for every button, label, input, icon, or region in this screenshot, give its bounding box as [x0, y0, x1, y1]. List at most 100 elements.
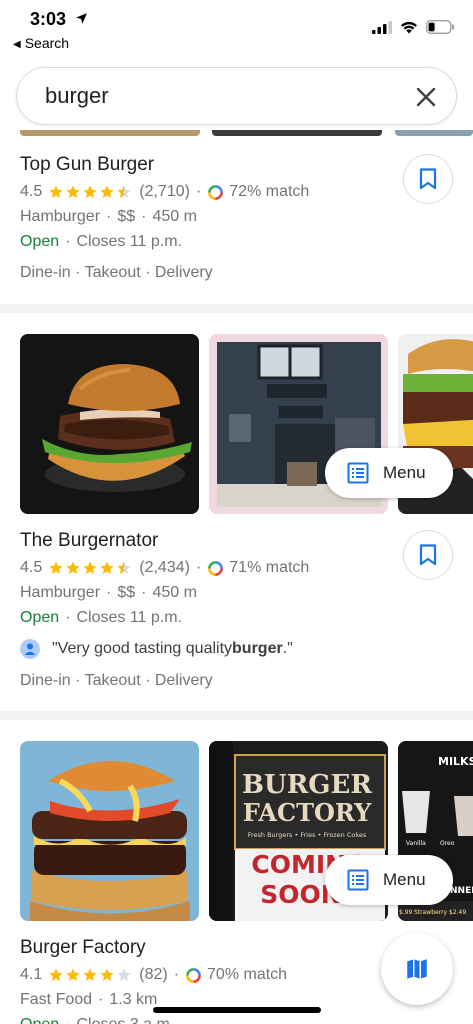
separator: · [106, 584, 112, 601]
review-count[interactable]: (82) [139, 966, 167, 984]
divider [0, 711, 473, 720]
price-1: $.99 [399, 909, 413, 916]
category: Hamburger [20, 208, 101, 225]
burger-photo[interactable] [20, 334, 199, 514]
menu-label: Menu [383, 463, 426, 482]
save-button[interactable] [403, 530, 453, 580]
separator: · [195, 559, 202, 576]
map-view-button[interactable] [381, 933, 453, 1005]
place-name[interactable]: Burger Factory [20, 937, 146, 959]
star-icon [66, 561, 80, 574]
photo-edge [395, 130, 473, 136]
status-bar: 3:03 ◀ Search [0, 0, 473, 58]
menu-list-icon [347, 869, 369, 891]
menu-list-icon [347, 462, 369, 484]
result-card[interactable]: The Burgernator 4.5 (2,434) · 71% match … [0, 526, 473, 706]
home-indicator [153, 1007, 321, 1013]
cellular-signal-icon [372, 20, 392, 34]
photo-edge [20, 130, 200, 136]
menu-button[interactable]: Menu [325, 448, 453, 498]
star-rating [48, 184, 133, 200]
rating-row: 4.5 (2,434) · 71% match [20, 559, 309, 577]
match-percentage: 70% match [207, 966, 288, 983]
separator: · [141, 584, 147, 601]
star-icon [100, 561, 114, 574]
google-match-icon [186, 967, 201, 983]
service-options: Dine-in · Takeout · Delivery [20, 264, 213, 281]
sign-tagline: Fresh Burgers • Fries • Frozen Cokes [248, 831, 367, 839]
open-status: Open [20, 233, 60, 250]
menu-button[interactable]: Menu [325, 855, 453, 905]
result-card[interactable]: Top Gun Burger 4.5 (2,710) · 72% match H… [0, 150, 473, 305]
separator: · [65, 609, 71, 626]
sign-factory: FACTORY [243, 798, 372, 827]
separator: · [141, 208, 147, 225]
price-level: $$ [117, 208, 136, 225]
service-options: Dine-in · Takeout · Delivery [20, 672, 213, 689]
star-icon [117, 968, 131, 981]
menu-label: Menu [383, 870, 426, 889]
place-name[interactable]: The Burgernator [20, 530, 158, 552]
price-level: $$ [117, 584, 136, 601]
person-icon [24, 643, 36, 655]
close-icon[interactable] [414, 85, 438, 109]
star-icon [117, 185, 131, 198]
star-rating [48, 560, 133, 576]
battery-icon [426, 20, 454, 34]
rating-row: 4.5 (2,710) · 72% match [20, 183, 309, 201]
star-rating [48, 967, 133, 983]
review-text-start: "Very good tasting quality [52, 640, 233, 657]
match-percentage: 71% match [229, 559, 310, 576]
star-icon [117, 561, 131, 574]
wifi-icon [401, 21, 417, 34]
review-count[interactable]: (2,710) [139, 183, 190, 201]
star-icon [100, 185, 114, 198]
previous-photo-strip [0, 130, 473, 138]
back-to-search-link[interactable]: ◀ Search [13, 35, 69, 51]
category: Hamburger [20, 584, 101, 601]
shop-sign: MILKSH [438, 755, 473, 768]
distance: 450 m [152, 208, 197, 225]
closing-time: Closes 3 a.m. [76, 1016, 174, 1024]
rating-value: 4.5 [20, 559, 43, 576]
burger-image [20, 741, 199, 921]
separator: · [65, 233, 71, 250]
category: Fast Food [20, 991, 93, 1008]
distance: 1.3 km [109, 991, 158, 1008]
rating-row: 4.1 (82) · 70% match [20, 966, 287, 984]
sign-burger: BURGER [242, 770, 372, 800]
burger-image [20, 334, 199, 514]
side-text: NNER [450, 886, 473, 896]
bookmark-icon [419, 168, 437, 190]
open-status: Open [20, 609, 60, 626]
burger-photo[interactable] [20, 741, 199, 921]
review-text-end: ." [282, 640, 293, 657]
search-input[interactable] [45, 80, 385, 112]
rating-value: 4.5 [20, 183, 43, 200]
map-icon [407, 959, 427, 979]
rating-value: 4.1 [20, 966, 43, 983]
flavor-oreo: Oreo [440, 840, 455, 847]
review-snippet: "Very good tasting quality burger ." [20, 639, 293, 659]
review-count[interactable]: (2,434) [139, 559, 190, 577]
distance: 450 m [152, 584, 197, 601]
separator: · [195, 183, 202, 200]
back-label: Search [24, 35, 70, 51]
closing-time: Closes 11 p.m. [76, 609, 182, 626]
hours-row: Open · Closes 11 p.m. [20, 609, 182, 627]
flavor-vanilla: Vanilla [406, 840, 426, 847]
separator: · [173, 966, 180, 983]
closing-time: Closes 11 p.m. [76, 233, 182, 250]
star-icon [83, 561, 97, 574]
search-bar [16, 67, 457, 125]
star-icon [66, 968, 80, 981]
star-icon [83, 968, 97, 981]
separator: · [98, 991, 104, 1008]
save-button[interactable] [403, 154, 453, 204]
back-triangle-icon: ◀ [13, 39, 21, 50]
place-name[interactable]: Top Gun Burger [20, 154, 154, 176]
avatar [20, 639, 40, 659]
hours-row: Open · Closes 11 p.m. [20, 233, 182, 251]
match-percentage: 72% match [229, 183, 310, 200]
google-match-icon [208, 184, 224, 200]
